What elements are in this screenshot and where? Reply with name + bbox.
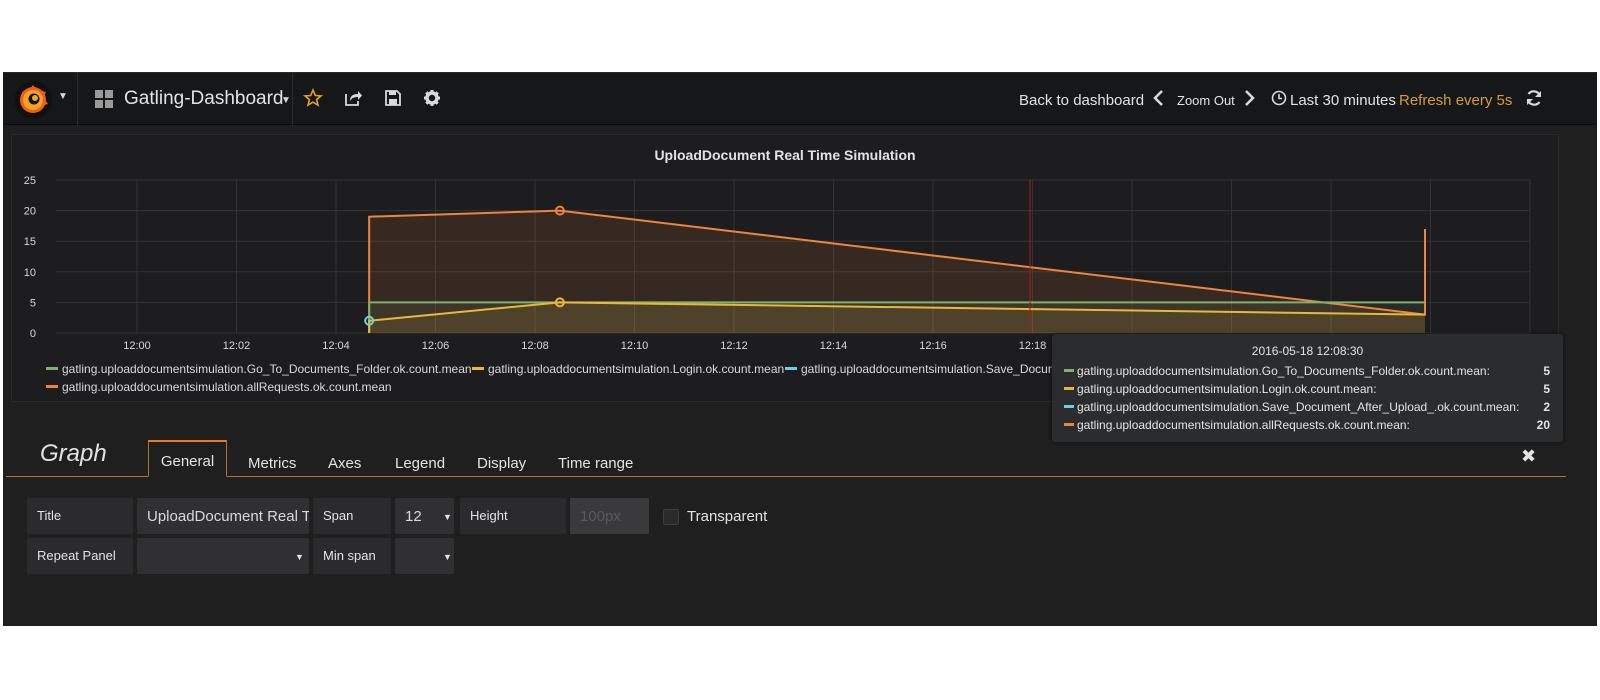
legend-label: gatling.uploaddocumentsimulation.Save_Do… — [801, 362, 1065, 376]
tooltip-series-label: gatling.uploaddocumentsimulation.Go_To_D… — [1077, 364, 1490, 378]
legend-item[interactable]: gatling.uploaddocumentsimulation.Save_Do… — [785, 362, 1065, 376]
top-navbar: ▼ Gatling-Dashboard ▼ Back to dashboard … — [3, 72, 1597, 125]
legend-item[interactable]: gatling.uploaddocumentsimulation.allRequ… — [46, 380, 392, 394]
tab-display[interactable]: Display — [477, 446, 526, 476]
tooltip-series-label: gatling.uploaddocumentsimulation.Login.o… — [1077, 382, 1377, 396]
tooltip-swatch — [1064, 387, 1074, 391]
dashboard-title[interactable]: Gatling-Dashboard — [124, 88, 283, 110]
tooltip-series-label: gatling.uploaddocumentsimulation.allRequ… — [1077, 418, 1410, 432]
share-icon[interactable] — [342, 87, 364, 109]
legend-swatch — [785, 367, 797, 371]
navbar-divider — [292, 73, 293, 125]
legend-swatch — [472, 367, 484, 371]
x-tick-label: 12:00 — [123, 340, 151, 352]
tooltip-series-value: 5 — [1543, 382, 1550, 396]
legend-label: gatling.uploaddocumentsimulation.allRequ… — [62, 380, 392, 394]
x-tick-label: 12:16 — [919, 340, 947, 352]
repeat-caret-icon: ▼ — [295, 552, 304, 562]
height-input[interactable]: 100px — [570, 498, 649, 534]
tooltip-row: gatling.uploaddocumentsimulation.allRequ… — [1064, 418, 1550, 434]
tab-axes[interactable]: Axes — [328, 446, 361, 476]
chevron-left-icon[interactable] — [1150, 89, 1168, 107]
min-span-label: Min span — [313, 538, 391, 574]
x-tick-label: 12:18 — [1019, 340, 1047, 352]
x-tick-label: 12:08 — [521, 340, 549, 352]
y-tick-label: 0 — [30, 328, 36, 340]
refresh-icon[interactable] — [1524, 88, 1544, 108]
tooltip-series-label: gatling.uploaddocumentsimulation.Save_Do… — [1077, 400, 1520, 414]
dashboard-dropdown-caret-icon[interactable]: ▼ — [281, 95, 291, 106]
tab-metrics[interactable]: Metrics — [248, 446, 296, 476]
tab-legend[interactable]: Legend — [395, 446, 445, 476]
legend-swatch — [46, 367, 58, 371]
transparent-checkbox[interactable] — [663, 509, 679, 525]
span-label: Span — [313, 498, 391, 534]
span-caret-icon: ▼ — [443, 512, 452, 522]
repeat-panel-select[interactable] — [137, 538, 309, 574]
legend-label: gatling.uploaddocumentsimulation.Login.o… — [488, 362, 785, 376]
y-tick-label: 25 — [24, 175, 36, 187]
tab-general[interactable]: General — [148, 440, 227, 477]
min-span-caret-icon: ▼ — [443, 552, 452, 562]
legend-label: gatling.uploaddocumentsimulation.Go_To_D… — [62, 362, 472, 376]
x-tick-label: 12:04 — [322, 340, 350, 352]
zoom-out-button[interactable]: Zoom Out — [1177, 93, 1235, 108]
tooltip-swatch — [1064, 405, 1074, 409]
clock-icon[interactable] — [1271, 90, 1287, 106]
graph-tooltip: 2016-05-18 12:08:30 gatling.uploaddocume… — [1052, 334, 1563, 442]
tabs-underline — [6, 476, 1566, 477]
navbar-divider — [77, 73, 78, 125]
legend-item[interactable]: gatling.uploaddocumentsimulation.Go_To_D… — [46, 362, 472, 376]
y-tick-label: 15 — [24, 236, 36, 248]
time-range-picker[interactable]: Last 30 minutes — [1290, 92, 1396, 109]
y-tick-label: 10 — [24, 267, 36, 279]
x-tick-label: 12:14 — [820, 340, 848, 352]
x-tick-label: 12:02 — [223, 340, 251, 352]
tooltip-row: gatling.uploaddocumentsimulation.Go_To_D… — [1064, 364, 1550, 380]
legend-swatch — [46, 385, 58, 389]
tooltip-time: 2016-05-18 12:08:30 — [1251, 344, 1364, 358]
grafana-app: ▼ Gatling-Dashboard ▼ Back to dashboard … — [3, 72, 1597, 626]
x-tick-label: 12:12 — [720, 340, 748, 352]
save-icon[interactable] — [382, 87, 404, 109]
tooltip-series-value: 20 — [1536, 418, 1550, 432]
dashboard-grid-icon[interactable] — [95, 90, 113, 108]
gear-icon[interactable] — [421, 87, 443, 109]
back-to-dashboard-link[interactable]: Back to dashboard — [1019, 92, 1144, 109]
star-icon[interactable] — [302, 87, 324, 109]
tooltip-swatch — [1064, 423, 1074, 427]
y-tick-label: 20 — [24, 206, 36, 218]
y-tick-label: 5 — [30, 297, 36, 309]
tooltip-series-value: 2 — [1543, 400, 1550, 414]
tooltip-series-value: 5 — [1543, 364, 1550, 378]
span-value: 12 — [405, 508, 422, 525]
tab-time-range[interactable]: Time range — [558, 446, 633, 476]
refresh-interval-picker[interactable]: Refresh every 5s — [1399, 92, 1512, 109]
x-tick-label: 12:10 — [621, 340, 649, 352]
tooltip-row: gatling.uploaddocumentsimulation.Login.o… — [1064, 382, 1550, 398]
tooltip-row: gatling.uploaddocumentsimulation.Save_Do… — [1064, 400, 1550, 416]
legend-item[interactable]: gatling.uploaddocumentsimulation.Login.o… — [472, 362, 784, 376]
close-editor-icon[interactable]: ✖ — [1521, 446, 1536, 467]
height-label: Height — [460, 498, 566, 534]
grafana-logo-icon[interactable] — [13, 80, 53, 120]
logo-dropdown-caret-icon[interactable]: ▼ — [58, 91, 68, 102]
title-input[interactable]: UploadDocument Real T — [137, 498, 309, 534]
repeat-panel-label: Repeat Panel — [27, 538, 133, 574]
tooltip-swatch — [1064, 369, 1074, 373]
transparent-label[interactable]: Transparent — [687, 508, 767, 525]
title-label: Title — [27, 498, 133, 534]
chevron-right-icon[interactable] — [1240, 89, 1258, 107]
editor-title: Graph — [40, 440, 107, 467]
x-tick-label: 12:06 — [422, 340, 450, 352]
